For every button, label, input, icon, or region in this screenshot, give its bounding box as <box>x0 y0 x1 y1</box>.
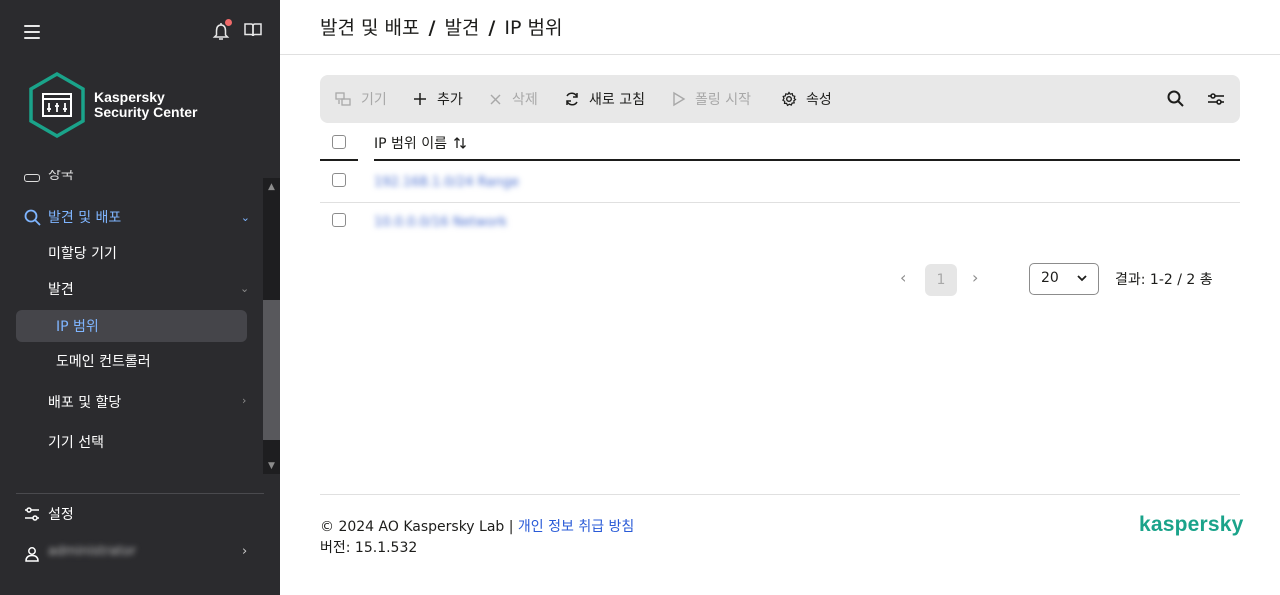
sidebar-item-domain-controllers[interactable]: 도메인 컨트롤러 <box>56 351 151 371</box>
chevron-right-icon: › <box>242 394 247 407</box>
privacy-policy-link[interactable]: 개인 정보 취급 방침 <box>518 519 634 535</box>
sidebar-item-discovery[interactable]: 발견 <box>48 279 262 299</box>
notification-dot <box>225 19 232 26</box>
start-poll-button[interactable]: 폴링 시작 <box>672 75 751 123</box>
sidebar-item-clipped-label: 상국 <box>48 170 74 183</box>
breadcrumb-item-ip-ranges: IP 범위 <box>504 17 563 39</box>
ip-range-link[interactable]: 192.168.1.0/24 Range <box>374 175 519 190</box>
sidebar-item-clipped[interactable]: 상국 <box>0 170 262 184</box>
table-header: IP 범위 이름 <box>320 123 1240 161</box>
delete-button-label: 삭제 <box>512 92 538 108</box>
breadcrumb-separator: / <box>488 17 496 39</box>
header-divider <box>320 159 358 161</box>
gear-icon <box>782 91 797 107</box>
page-size-select[interactable]: 20 <box>1029 263 1099 295</box>
version-info: 버전: 15.1.532 <box>320 540 418 556</box>
ip-range-link[interactable]: 10.0.0.0/16 Network <box>374 215 507 230</box>
chevron-down-icon: ⌄ <box>240 282 250 295</box>
column-header-name-label: IP 범위 이름 <box>374 136 447 152</box>
plus-icon <box>414 93 426 105</box>
logo-text: Kaspersky Security Center <box>94 90 197 120</box>
filter-sliders-icon <box>1208 93 1224 105</box>
next-page-icon[interactable]: › <box>972 268 978 287</box>
sidebar-item-ip-ranges-label: IP 범위 <box>56 319 99 335</box>
devices-button[interactable]: 기기 <box>335 75 387 123</box>
sidebar-item-deployment-assignment[interactable]: 배포 및 할당 <box>48 392 121 412</box>
table-row[interactable]: 10.0.0.0/16 Network <box>320 203 1240 243</box>
table-row[interactable]: 192.168.1.0/24 Range <box>320 163 1240 203</box>
page-size-value: 20 <box>1041 270 1059 286</box>
refresh-icon <box>566 92 578 106</box>
search-icon <box>1167 90 1184 107</box>
sidebar-item-ip-ranges[interactable] <box>16 310 247 342</box>
scroll-up-icon[interactable]: ▲ <box>263 180 280 194</box>
kaspersky-hex-icon <box>29 72 85 138</box>
sidebar-divider <box>16 493 264 494</box>
delete-button[interactable]: 삭제 <box>488 75 538 123</box>
copyright-text: © 2024 AO Kaspersky Lab | <box>320 519 518 535</box>
sidebar-user-menu[interactable]: administrator › <box>0 540 280 568</box>
copyright: © 2024 AO Kaspersky Lab | 개인 정보 취급 방침 <box>320 516 634 536</box>
logo-line2: Security Center <box>94 104 198 120</box>
refresh-button[interactable]: 새로 고침 <box>564 75 645 123</box>
close-icon <box>490 94 501 104</box>
row-checkbox[interactable] <box>332 213 346 227</box>
previous-page-icon[interactable]: ‹ <box>900 268 906 287</box>
product-logo[interactable]: Kaspersky Security Center <box>28 72 268 138</box>
footer-divider <box>320 494 1240 495</box>
sidebar-item-device-selections[interactable]: 기기 선택 <box>48 432 104 452</box>
breadcrumb-item-discovery-deployment[interactable]: 발견 및 배포 <box>320 17 419 39</box>
breadcrumb: 발견 및 배포 / 발견 / IP 범위 <box>320 13 562 40</box>
results-count: 결과: 1-2 / 2 총 <box>1115 272 1213 288</box>
chevron-down-icon: ⌄ <box>240 211 250 224</box>
header-divider <box>374 159 1240 161</box>
user-name: administrator <box>48 544 136 559</box>
sidebar-scrollbar-thumb[interactable] <box>263 300 280 440</box>
sidebar-top-bar <box>0 19 280 44</box>
breadcrumb-item-discovery[interactable]: 발견 <box>444 17 479 39</box>
user-icon <box>25 547 39 562</box>
device-icon <box>24 174 40 182</box>
page-header: 발견 및 배포 / 발견 / IP 범위 <box>280 0 1280 55</box>
devices-button-label: 기기 <box>361 92 387 108</box>
sidebar-item-discovery-deployment-label: 발견 및 배포 <box>48 210 122 226</box>
sidebar-item-discovery-deployment[interactable]: 발견 및 배포 ⌄ <box>0 201 262 233</box>
logo-line1: Kaspersky <box>94 89 165 105</box>
sort-icon[interactable] <box>453 136 467 150</box>
sliders-icon <box>25 507 39 521</box>
properties-button[interactable]: 속성 <box>781 75 832 123</box>
toolbar: 기기 추가 삭제 새로 고침 폴링 시작 속성 <box>320 75 1240 123</box>
play-icon <box>673 91 686 107</box>
start-poll-button-label: 폴링 시작 <box>695 92 751 108</box>
chevron-right-icon: › <box>242 544 248 559</box>
sidebar-item-settings[interactable]: 설정 <box>0 500 280 528</box>
refresh-button-label: 새로 고침 <box>589 92 645 108</box>
scroll-down-icon[interactable]: ▼ <box>263 459 280 473</box>
search-button[interactable] <box>1166 89 1186 109</box>
column-header-name[interactable]: IP 범위 이름 <box>374 133 467 153</box>
devices-icon <box>335 91 351 106</box>
row-checkbox[interactable] <box>332 173 346 187</box>
current-page-button[interactable]: 1 <box>925 264 957 296</box>
sidebar-item-unassigned-devices[interactable]: 미할당 기기 <box>48 243 117 263</box>
notification-bell-icon[interactable] <box>212 19 232 42</box>
sidebar: Kaspersky Security Center 상국 발견 및 배포 ⌄ 미… <box>0 0 280 595</box>
sidebar-nav: 상국 발견 및 배포 ⌄ 미할당 기기 발견 ⌄ IP 범위 도메인 컨트롤러 … <box>0 170 262 475</box>
add-button[interactable]: 추가 <box>412 75 463 123</box>
filter-button[interactable] <box>1206 89 1226 109</box>
add-button-label: 추가 <box>437 92 463 108</box>
menu-icon[interactable] <box>24 25 40 39</box>
properties-button-label: 속성 <box>806 92 832 108</box>
sidebar-item-discovery-label: 발견 <box>48 282 74 298</box>
breadcrumb-separator: / <box>428 17 436 39</box>
chevron-down-icon <box>1077 275 1087 282</box>
search-icon <box>24 209 41 226</box>
book-icon[interactable] <box>244 22 264 42</box>
select-all-checkbox[interactable] <box>332 135 346 149</box>
kaspersky-logo: kaspersky <box>1139 513 1244 536</box>
sidebar-item-settings-label: 설정 <box>48 507 74 523</box>
